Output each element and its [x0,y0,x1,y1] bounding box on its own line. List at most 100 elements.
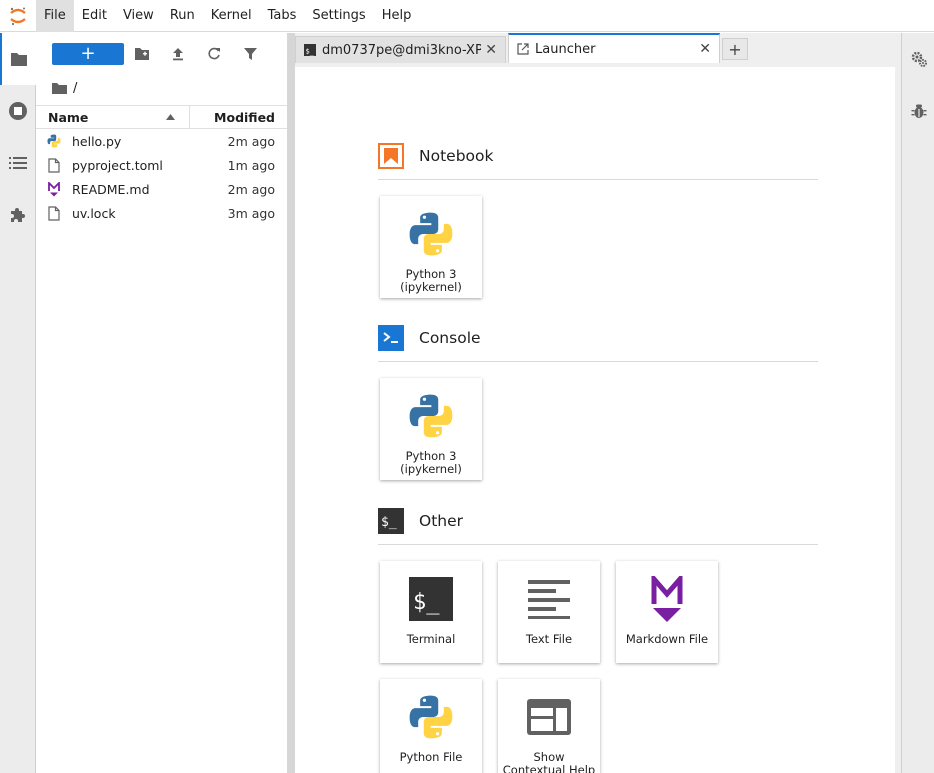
python-logo-icon [409,695,453,739]
file-row-uv-lock[interactable]: uv.lock 3m ago [36,201,287,225]
section-divider [378,361,818,362]
puzzle-icon [11,208,25,222]
launcher-panel: Notebook Python 3 (ipykernel) Console Py… [295,67,895,773]
section-other: $_ Other [378,508,463,534]
menu-kernel[interactable]: Kernel [203,0,260,32]
svg-text:$_: $_ [306,48,315,56]
menu-tabs[interactable]: Tabs [260,0,305,32]
section-notebook: Notebook [378,143,493,169]
svg-text:$_: $_ [381,515,397,530]
file-row-pyproject-toml[interactable]: pyproject.toml 1m ago [36,153,287,177]
card-label: Python 3 (ipykernel) [400,267,462,294]
text-file-card[interactable]: Text File [498,561,600,663]
tab-terminal[interactable]: $_ dm0737pe@dmi3kno-XPS-1 ✕ [295,36,506,63]
markdown-icon [651,576,683,622]
notebook-python3-card[interactable]: Python 3 (ipykernel) [380,196,482,298]
console-python3-card[interactable]: Python 3 (ipykernel) [380,378,482,480]
list-icon [9,157,27,169]
file-list-header: Name Modified [36,105,287,129]
menu-settings[interactable]: Settings [304,0,373,32]
file-modified: 2m ago [227,181,275,197]
text-file-icon [528,580,570,619]
svg-text:$_: $_ [413,590,440,615]
breadcrumb: / [36,75,287,101]
property-inspector-tab[interactable] [902,33,934,85]
tab-label: Launcher [535,41,596,57]
panel-resize-handle[interactable] [287,33,295,773]
section-console: Console [378,325,481,351]
file-name: pyproject.toml [72,157,163,173]
menu-bar: File Edit View Run Kernel Tabs Settings … [0,0,934,32]
right-sidebar [901,33,934,773]
upload-button[interactable] [160,40,196,68]
file-name: hello.py [72,133,122,149]
bug-icon [911,104,926,118]
table-of-contents-tab[interactable] [0,137,36,189]
markdown-file-card[interactable]: Markdown File [616,561,718,663]
menu-edit[interactable]: Edit [74,0,115,32]
refresh-button[interactable] [196,40,232,68]
folder-icon[interactable] [52,82,67,94]
terminal-icon: $_ [378,508,404,534]
file-browser-toolbar: + [36,33,287,75]
menu-help[interactable]: Help [374,0,420,32]
extension-manager-tab[interactable] [0,189,36,241]
filter-icon [243,48,257,60]
file-modified: 3m ago [227,205,275,221]
breadcrumb-path[interactable]: / [73,81,77,96]
menu-file[interactable]: File [36,0,74,32]
main-area: $_ dm0737pe@dmi3kno-XPS-1 ✕ Launcher ✕ + [295,33,901,773]
markdown-file-icon [48,181,60,196]
refresh-icon [208,47,220,60]
section-title-notebook: Notebook [419,147,494,165]
file-icon [48,205,60,221]
card-label: Text File [525,632,573,646]
launcher-icon [517,43,529,55]
file-row-hello-py[interactable]: hello.py 2m ago [36,129,287,153]
left-sidebar [0,33,36,773]
folder-icon [11,53,27,66]
add-tab-button[interactable]: + [722,38,748,60]
file-name: README.md [72,181,150,197]
new-launcher-button[interactable]: + [52,43,124,65]
notebook-icon [378,143,404,169]
file-browser-panel: + / Name Modified hello.py 2m ago pyproj… [36,33,287,773]
file-modified: 1m ago [227,157,275,173]
stop-circle-icon [9,102,27,120]
section-divider [378,179,818,180]
close-icon[interactable]: ✕ [485,42,497,58]
close-icon[interactable]: ✕ [699,41,711,57]
section-title-other: Other [419,512,464,530]
tab-launcher[interactable]: Launcher ✕ [508,33,720,63]
contextual-help-icon [527,699,571,735]
section-title-console: Console [419,329,481,347]
running-sessions-tab[interactable] [0,85,36,137]
gears-icon [911,51,927,67]
column-header-name[interactable]: Name [36,106,190,128]
python-file-icon [47,134,61,148]
column-header-modified[interactable]: Modified [190,110,287,125]
terminal-card[interactable]: $_ Terminal [380,561,482,663]
file-modified: 2m ago [227,133,275,149]
jupyter-logo-icon [0,0,36,32]
filter-button[interactable] [232,40,268,68]
tab-bar: $_ dm0737pe@dmi3kno-XPS-1 ✕ Launcher ✕ + [295,33,901,63]
file-icon [48,157,60,173]
menu-view[interactable]: View [115,0,162,32]
sort-ascending-icon [166,114,175,120]
file-browser-tab[interactable] [0,33,36,85]
card-label: Markdown File [625,632,709,646]
card-label: Python File [399,750,463,764]
file-row-readme-md[interactable]: README.md 2m ago [36,177,287,201]
new-folder-button[interactable] [124,40,160,68]
debugger-tab[interactable] [902,85,934,137]
python-file-card[interactable]: Python File [380,679,482,773]
terminal-icon: $_ [409,577,453,621]
upload-icon [173,48,183,61]
menu-run[interactable]: Run [162,0,203,32]
contextual-help-card[interactable]: Show Contextual Help [498,679,600,773]
card-label: Python 3 (ipykernel) [400,449,462,476]
python-logo-icon [409,394,453,438]
card-label: Terminal [406,632,456,646]
python-logo-icon [409,212,453,256]
